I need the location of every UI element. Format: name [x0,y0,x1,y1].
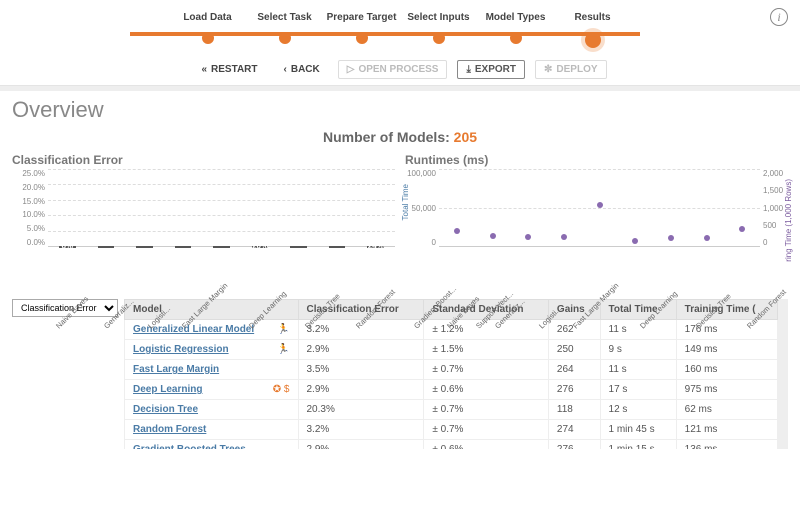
step-select-task[interactable]: Select Task [246,12,323,44]
progress-stepper: Load Data Select Task Prepare Target Sel… [0,0,800,52]
deploy-button: ✼DEPLOY [535,60,607,79]
cell: 975 ms [676,380,777,400]
table-row[interactable]: Deep Learning ✪ $2.9%± 0.6%27617 s975 ms [125,380,778,400]
model-link[interactable]: Fast Large Margin [133,364,219,375]
model-link[interactable]: Random Forest [133,424,206,435]
cell: 17 s [600,380,676,400]
dollar-icon: $ [281,384,289,395]
chart-title: Classification Error [12,153,395,167]
cell: 12 s [600,400,676,420]
play-icon: ▷ [347,64,355,75]
y-axis-label-left: Total Time [401,184,410,220]
cell: 149 ms [676,340,777,360]
step-dot-icon [202,32,214,44]
cell: 3.2% [298,420,424,440]
open-process-button: ▷OPEN PROCESS [338,60,448,79]
cell: 2.9% [298,340,424,360]
cell: 274 [548,420,600,440]
runtimes-chart: Runtimes (ms) Total Time 100,000 50,000 … [405,153,788,289]
cell: 1 min 45 s [600,420,676,440]
cell: 2.9% [298,380,424,400]
x-axis-labels: Naive BayesGeneraliz...Logisti...Fast La… [439,324,760,333]
model-link[interactable]: Logistic Regression [133,344,229,355]
chevron-left-icon: ‹ [284,64,287,75]
cell: ± 0.6% [424,440,549,450]
model-link[interactable]: Gradient Boosted Trees [133,444,246,449]
runner-icon: 🏃 [277,344,289,355]
download-icon: ⤓ [466,64,470,75]
cell: 1 min 15 s [600,440,676,450]
step-model-types[interactable]: Model Types [477,12,554,44]
step-dot-icon [279,32,291,44]
step-select-inputs[interactable]: Select Inputs [400,12,477,44]
chart-title: Runtimes (ms) [405,153,788,167]
cell: 136 ms [676,440,777,450]
bar-plot: 6%20%24% [48,169,395,247]
table-row[interactable]: Logistic Regression 🏃 2.9%± 1.5%2509 s149 … [125,340,778,360]
cell: 121 ms [676,420,777,440]
table-row[interactable]: Fast Large Margin 3.5%± 0.7%26411 s160 ms [125,360,778,380]
cell: 250 [548,340,600,360]
toolbar: «RESTART ‹BACK ▷OPEN PROCESS ⤓EXPORT ✼DE… [0,52,800,85]
step-load-data[interactable]: Load Data [169,12,246,44]
back-button[interactable]: ‹BACK [276,61,328,78]
page-title: Overview [12,97,788,123]
cell: ± 0.7% [424,360,549,380]
cell: 160 ms [676,360,777,380]
cell: ± 0.7% [424,420,549,440]
cell: 9 s [600,340,676,360]
y-axis-label-right: ring Time (1,000 Rows) [784,179,793,262]
gear-icon: ✼ [544,64,552,75]
cell: ± 0.7% [424,400,549,420]
step-dot-icon [356,32,368,44]
step-dot-icon [510,32,522,44]
cell: ± 1.5% [424,340,549,360]
cell: 62 ms [676,400,777,420]
cell: 11 s [600,360,676,380]
y-axis-ticks-left: 100,000 50,000 0 [405,169,439,247]
step-prepare-target[interactable]: Prepare Target [323,12,400,44]
medal-icon: ✪ [273,384,281,395]
models-count: Number of Models: 205 [12,129,788,145]
cell: 20.3% [298,400,424,420]
model-link[interactable]: Decision Tree [133,404,198,415]
step-dot-icon [585,32,601,48]
table-body: Generalized Linear Model🏃3.2%± 1.2%26211… [125,320,778,450]
cell: ± 0.6% [424,380,549,400]
y-axis-ticks: 25.0% 20.0% 15.0% 10.0% 5.0% 0.0% [12,169,48,247]
export-button[interactable]: ⤓EXPORT [457,60,525,79]
cell: 276 [548,380,600,400]
cell: 3.5% [298,360,424,380]
model-link[interactable]: Deep Learning [133,384,202,395]
restart-button[interactable]: «RESTART [193,61,265,78]
classification-error-chart: Classification Error 25.0% 20.0% 15.0% 1… [12,153,395,289]
cell: 118 [548,400,600,420]
table-row[interactable]: Decision Tree 20.3%± 0.7%11812 s62 ms [125,400,778,420]
rewind-icon: « [201,64,207,75]
x-axis-labels: Naive BayesGeneraliz...Logisti...Fast La… [48,324,395,333]
table-row[interactable]: Random Forest 3.2%± 0.7%2741 min 45 s121 … [125,420,778,440]
step-dot-icon [433,32,445,44]
cell: 276 [548,440,600,450]
table-row[interactable]: Gradient Boosted Trees 2.9%± 0.6%2761 min… [125,440,778,450]
bar-plot [439,169,760,247]
cell: 2.9% [298,440,424,450]
cell: 264 [548,360,600,380]
step-results[interactable]: Results [554,12,631,48]
